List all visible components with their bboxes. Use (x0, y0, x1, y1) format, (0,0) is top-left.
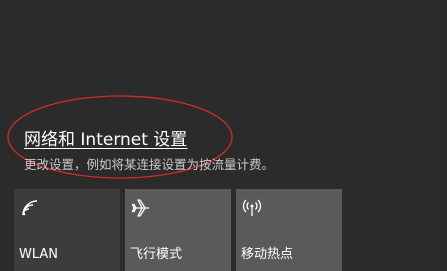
mobile-hotspot-tile[interactable]: 移动热点 (236, 189, 342, 271)
network-settings-description: 更改设置，例如将某连接设置为按流量计费。 (24, 157, 275, 172)
airplane-mode-tile[interactable]: 飞行模式 (125, 189, 231, 271)
wifi-icon (22, 200, 38, 216)
hotspot-icon (242, 199, 262, 216)
airplane-icon (131, 199, 149, 217)
action-center-panel: 网络和 Internet 设置 更改设置，例如将某连接设置为按流量计费。 WLA… (0, 0, 447, 271)
airplane-mode-label: 飞行模式 (130, 247, 183, 262)
wlan-tile[interactable]: WLAN (14, 189, 120, 271)
wlan-label: WLAN (19, 247, 59, 262)
mobile-hotspot-label: 移动热点 (241, 247, 294, 262)
network-internet-settings-link[interactable]: 网络和 Internet 设置 (24, 129, 187, 151)
